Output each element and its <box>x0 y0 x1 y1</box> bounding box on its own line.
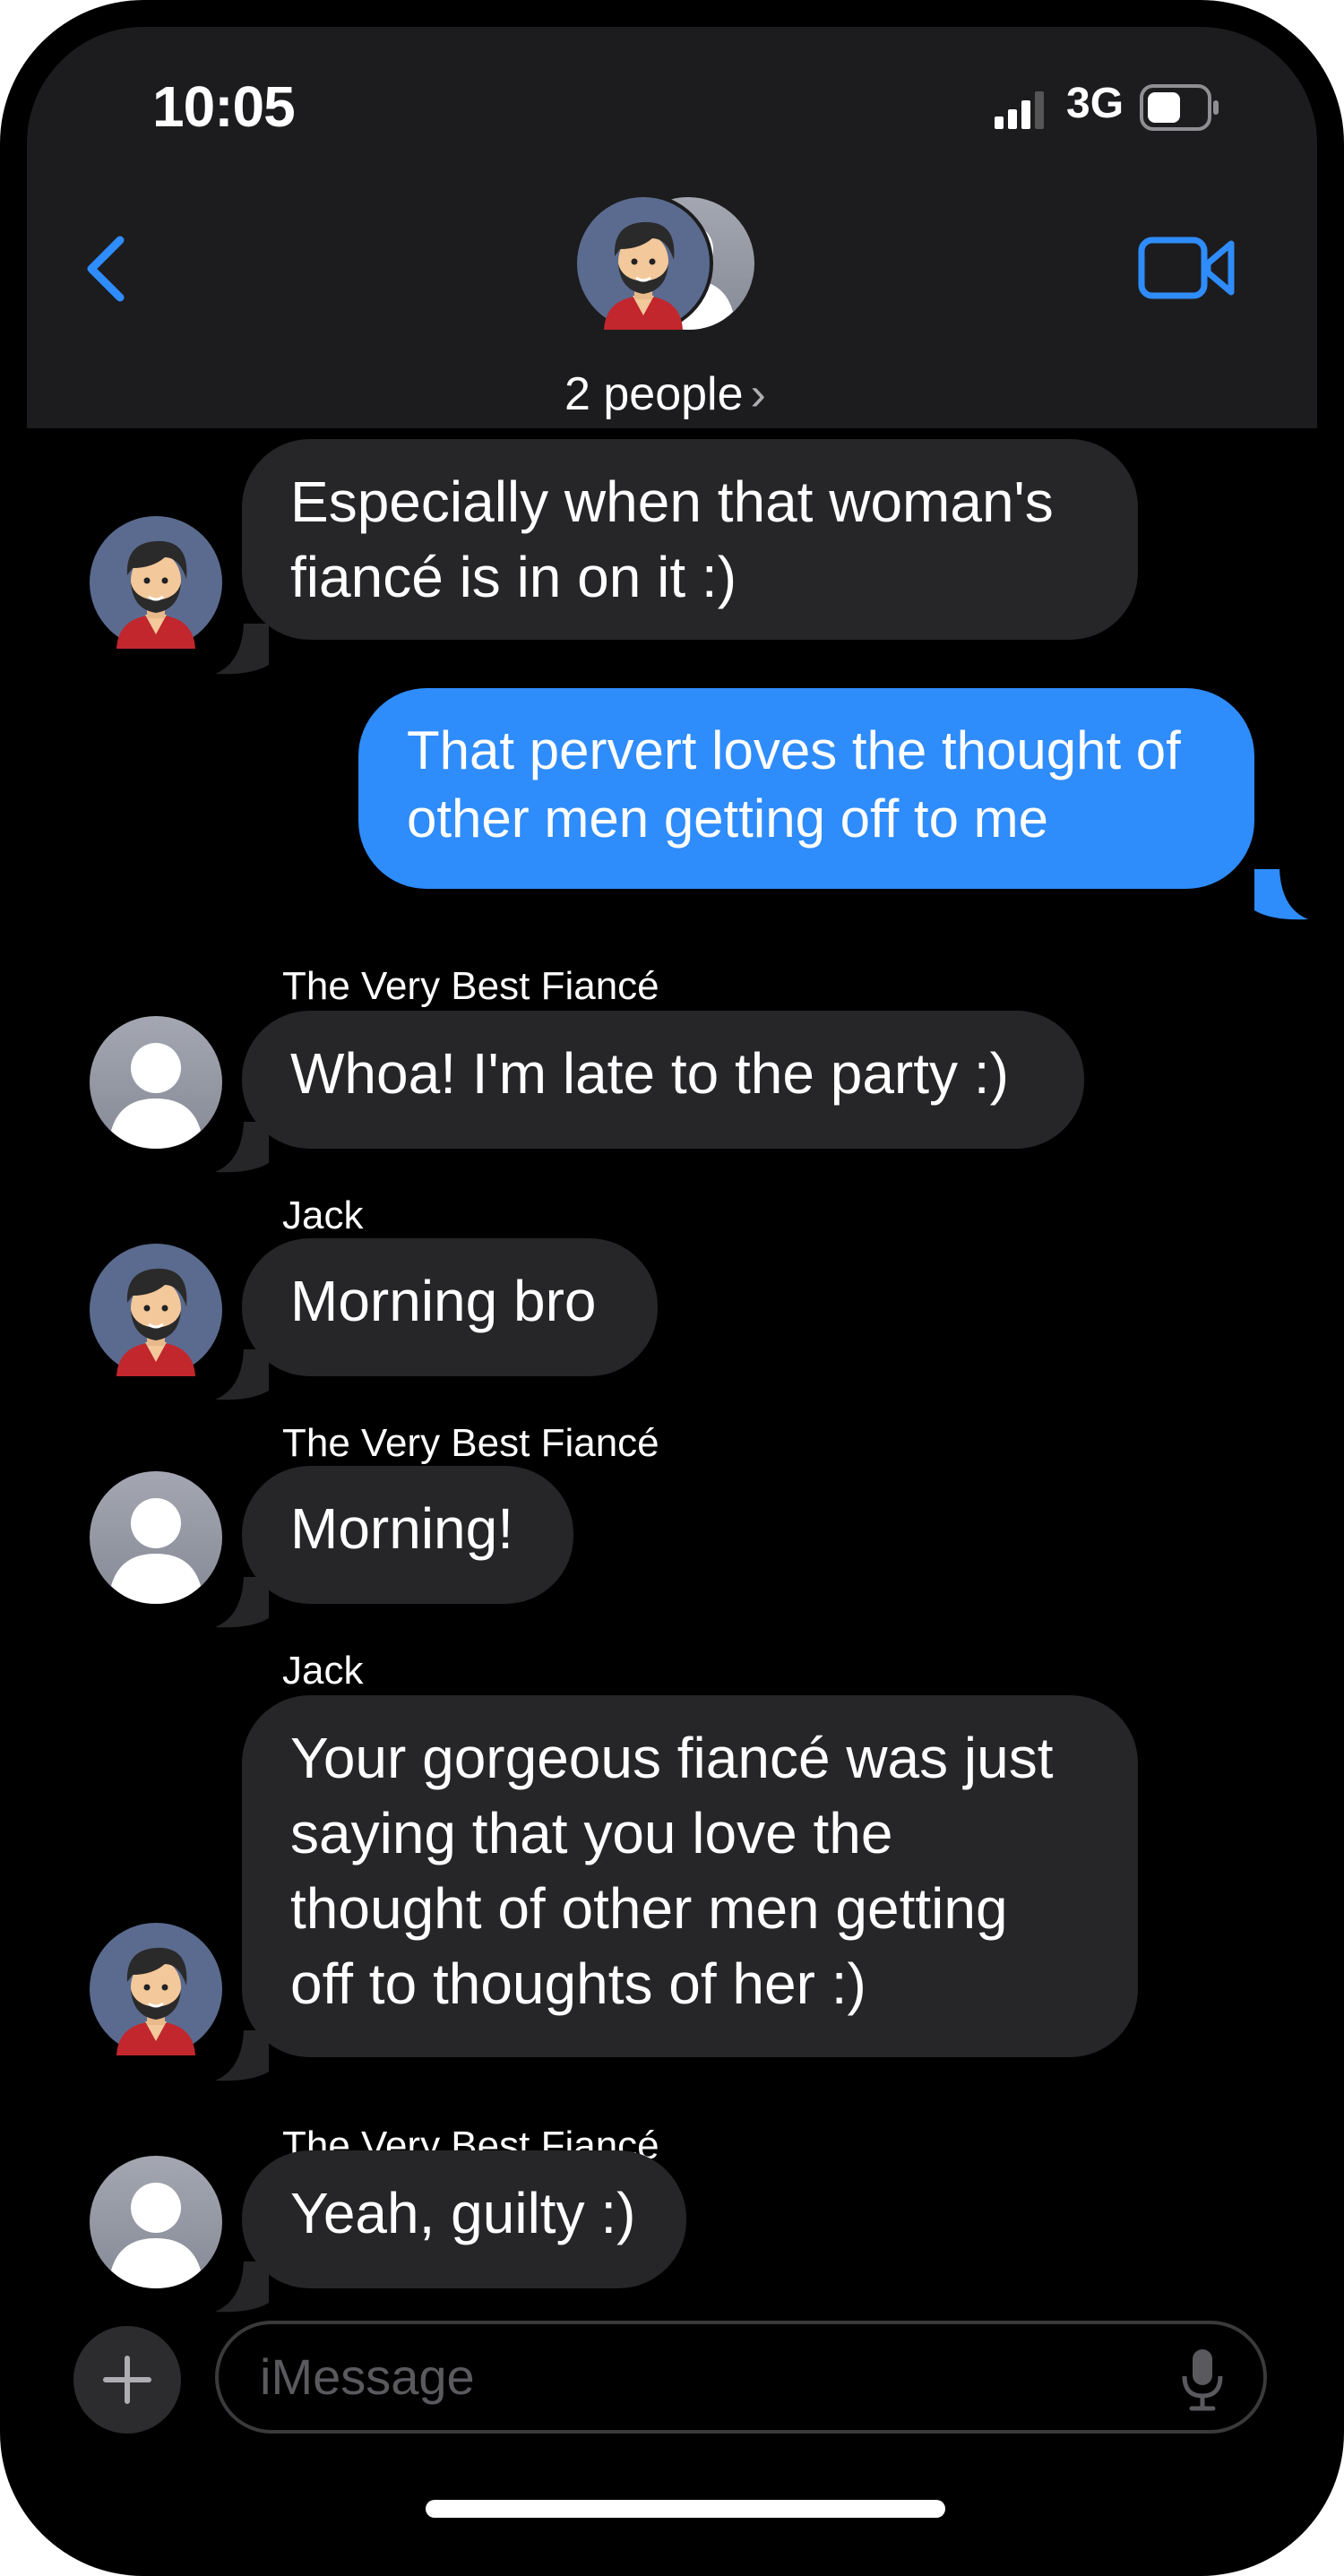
plus-icon[interactable] <box>73 2326 181 2434</box>
message-line: Your gorgeous fiancé was just <box>290 1726 1054 1790</box>
message-line: Morning bro <box>290 1269 597 1333</box>
message-line: other men getting off to me <box>407 788 1048 849</box>
chevron-right-icon: › <box>750 368 766 420</box>
message-bubble[interactable]: Morning! <box>242 1466 573 1604</box>
microphone-icon[interactable] <box>1179 2348 1226 2412</box>
signal-icon <box>995 91 1044 129</box>
sender-name: Jack <box>282 1649 364 1693</box>
sender-name: Jack <box>282 1193 364 1237</box>
battery-icon <box>1140 84 1219 131</box>
bubble-tail <box>215 1577 269 1631</box>
bubble-tail <box>215 1349 269 1403</box>
person-avatar-icon[interactable] <box>90 2156 222 2288</box>
group-label: 2 people <box>564 368 744 420</box>
message-bubble[interactable]: Morning bro <box>242 1238 658 1376</box>
home-indicator[interactable] <box>426 2500 945 2518</box>
message-line: Especially when that woman's <box>290 470 1054 534</box>
message-line: thought of other men getting <box>290 1876 1008 1941</box>
group-avatars[interactable] <box>573 194 771 337</box>
sender-name: The Very Best Fiancé <box>282 964 659 1008</box>
video-camera-icon[interactable] <box>1138 229 1236 306</box>
person-avatar-icon[interactable] <box>90 1016 222 1149</box>
person-avatar-icon[interactable] <box>90 1471 222 1604</box>
bubble-tail <box>215 2030 269 2084</box>
message-line: Morning! <box>290 1496 513 1561</box>
jack-avatar[interactable] <box>90 516 222 649</box>
network-type: 3G <box>1066 80 1124 127</box>
message-bubble[interactable]: Especially when that woman's fiancé is i… <box>242 439 1138 640</box>
message-line: That pervert loves the thought of <box>407 720 1181 780</box>
group-members-button[interactable]: 2 people › <box>564 367 815 421</box>
message-line: Yeah, guilty :) <box>290 2181 636 2245</box>
status-time: 10:05 <box>152 74 296 139</box>
messages-screen: 10:05 3G 2 people › Especially when that… <box>27 27 1317 2549</box>
bubble-tail <box>215 624 269 677</box>
message-line: off to thoughts of her :) <box>290 1951 866 2016</box>
bubble-tail <box>1254 869 1308 923</box>
jack-avatar <box>573 194 713 333</box>
message-line: saying that you love the <box>290 1801 893 1865</box>
message-bubble[interactable]: Yeah, guilty :) <box>242 2150 686 2288</box>
message-bubble[interactable]: Whoa! I'm late to the party :) <box>242 1011 1084 1149</box>
jack-avatar[interactable] <box>90 1923 222 2055</box>
bubble-tail <box>215 1122 269 1176</box>
jack-avatar[interactable] <box>90 1244 222 1376</box>
back-chevron-icon[interactable] <box>72 224 143 314</box>
message-line: Whoa! I'm late to the party :) <box>290 1041 1009 1106</box>
message-bubble[interactable]: Your gorgeous fiancé was just saying tha… <box>242 1695 1138 2057</box>
message-input-placeholder: iMessage <box>260 2348 475 2405</box>
sender-name: The Very Best Fiancé <box>282 1421 659 1465</box>
message-line: fiancé is in on it :) <box>290 545 737 609</box>
message-bubble[interactable]: That pervert loves the thought of other … <box>358 688 1254 889</box>
bubble-tail <box>215 2262 269 2315</box>
device-frame: 10:05 3G 2 people › Especially when that… <box>0 0 1344 2576</box>
